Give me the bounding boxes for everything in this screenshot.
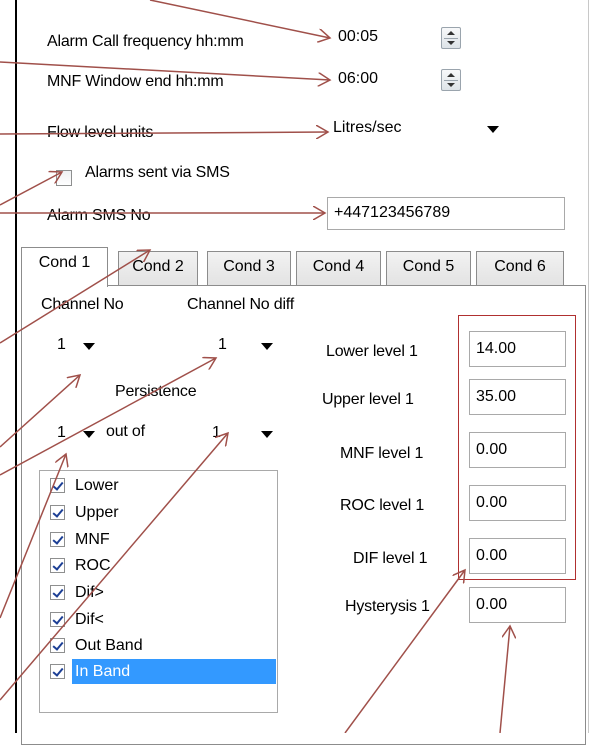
spin-down-icon[interactable]	[447, 83, 455, 87]
check-icon[interactable]	[50, 664, 65, 679]
upper-level-label: Upper level 1	[322, 391, 414, 408]
list-item[interactable]: ROC	[46, 553, 276, 578]
roc-level-label: ROC level 1	[340, 497, 425, 514]
alarm-sms-no-input[interactable]: +447123456789	[327, 197, 565, 230]
persistence-label: Persistence	[115, 383, 197, 400]
channel-no-diff-label: Channel No diff	[187, 296, 295, 313]
flow-level-units-value: Litres/sec	[333, 119, 402, 136]
mnf-level-label: MNF level 1	[340, 445, 424, 462]
persistence-select[interactable]: 1	[53, 418, 101, 448]
hysterysis-input[interactable]: 0.00	[469, 587, 566, 623]
list-item-label: MNF	[75, 531, 110, 548]
check-icon[interactable]	[50, 478, 65, 493]
list-item[interactable]: MNF	[46, 527, 276, 552]
list-item[interactable]: In Band	[46, 659, 276, 684]
chevron-down-icon	[487, 126, 499, 133]
chevron-down-icon	[83, 431, 95, 438]
tab-cond-1[interactable]: Cond 1	[21, 247, 108, 287]
channel-no-select[interactable]: 1	[53, 330, 101, 360]
list-item[interactable]: Dif<	[46, 607, 276, 632]
list-item-label: ROC	[75, 557, 111, 574]
window-right-border	[588, 0, 589, 733]
alarm-call-frequency-value: 00:05	[338, 28, 379, 45]
check-icon[interactable]	[50, 558, 65, 573]
out-of-label: out of	[106, 423, 145, 440]
list-item-label: In Band	[72, 659, 276, 684]
spin-down-icon[interactable]	[447, 41, 455, 45]
tab-label: Cond 4	[312, 258, 365, 275]
alarms-sms-checkbox[interactable]	[56, 170, 72, 186]
chevron-down-icon	[83, 343, 95, 350]
channel-no-diff-value: 1	[218, 336, 227, 353]
list-item[interactable]: Lower	[46, 473, 276, 498]
tab-cond-4[interactable]: Cond 4	[296, 251, 381, 285]
mnf-window-label: MNF Window end hh:mm	[47, 73, 224, 90]
flow-level-units-label: Flow level units	[47, 124, 154, 141]
list-item-label: Upper	[75, 504, 119, 521]
persistence-value: 1	[57, 424, 66, 441]
window-left-border	[15, 0, 17, 733]
check-icon[interactable]	[50, 532, 65, 547]
level-inputs-highlight-box	[458, 315, 576, 580]
list-item[interactable]: Upper	[46, 500, 276, 525]
mnf-window-value: 06:00	[338, 70, 379, 87]
tab-label: Cond 6	[494, 258, 546, 275]
check-icon[interactable]	[50, 612, 65, 627]
channel-no-value: 1	[57, 336, 66, 353]
list-item-label: Dif<	[75, 611, 104, 628]
chevron-down-icon	[261, 431, 273, 438]
check-icon[interactable]	[50, 585, 65, 600]
tab-cond-6[interactable]: Cond 6	[476, 251, 564, 285]
out-of-select[interactable]: 1	[208, 418, 284, 448]
mnf-window-spinner[interactable]	[441, 69, 461, 91]
alarm-sms-no-value: +447123456789	[334, 204, 451, 221]
annotation-arrow	[0, 172, 62, 206]
out-of-value: 1	[212, 424, 221, 441]
hysterysis-label: Hysterysis 1	[345, 598, 430, 615]
list-item-label: Lower	[75, 477, 119, 494]
flow-level-units-select[interactable]: Litres/sec	[327, 112, 507, 144]
check-icon[interactable]	[50, 505, 65, 520]
lower-level-label: Lower level 1	[326, 343, 418, 360]
alarm-sms-no-label: Alarm SMS No	[47, 207, 151, 224]
alarm-call-frequency-label: Alarm Call frequency hh:mm	[47, 33, 244, 50]
list-item[interactable]: Out Band	[46, 633, 276, 658]
channel-no-diff-select[interactable]: 1	[214, 330, 284, 360]
spin-up-icon[interactable]	[447, 73, 455, 77]
tab-label: Cond 1	[38, 254, 91, 271]
spin-up-icon[interactable]	[447, 31, 455, 35]
tab-cond-3[interactable]: Cond 3	[207, 251, 291, 285]
tab-cond-2[interactable]: Cond 2	[118, 251, 198, 285]
list-item-label: Dif>	[75, 584, 104, 601]
alarms-sms-label: Alarms sent via SMS	[85, 164, 230, 181]
channel-no-label: Channel No	[41, 296, 124, 313]
tab-label: Cond 2	[132, 258, 184, 275]
tab-label: Cond 5	[402, 258, 455, 275]
list-item[interactable]: Dif>	[46, 580, 276, 605]
dif-level-label: DIF level 1	[353, 550, 428, 567]
hysterysis-value: 0.00	[476, 596, 508, 613]
alarm-type-checklist[interactable]: Lower Upper MNF ROC Dif> Dif< Out Band I…	[39, 470, 278, 713]
tab-label: Cond 3	[223, 258, 275, 275]
check-icon[interactable]	[50, 638, 65, 653]
chevron-down-icon	[261, 343, 273, 350]
list-item-label: Out Band	[75, 637, 143, 654]
alarm-call-frequency-spinner[interactable]	[441, 27, 461, 49]
tab-cond-5[interactable]: Cond 5	[386, 251, 471, 285]
